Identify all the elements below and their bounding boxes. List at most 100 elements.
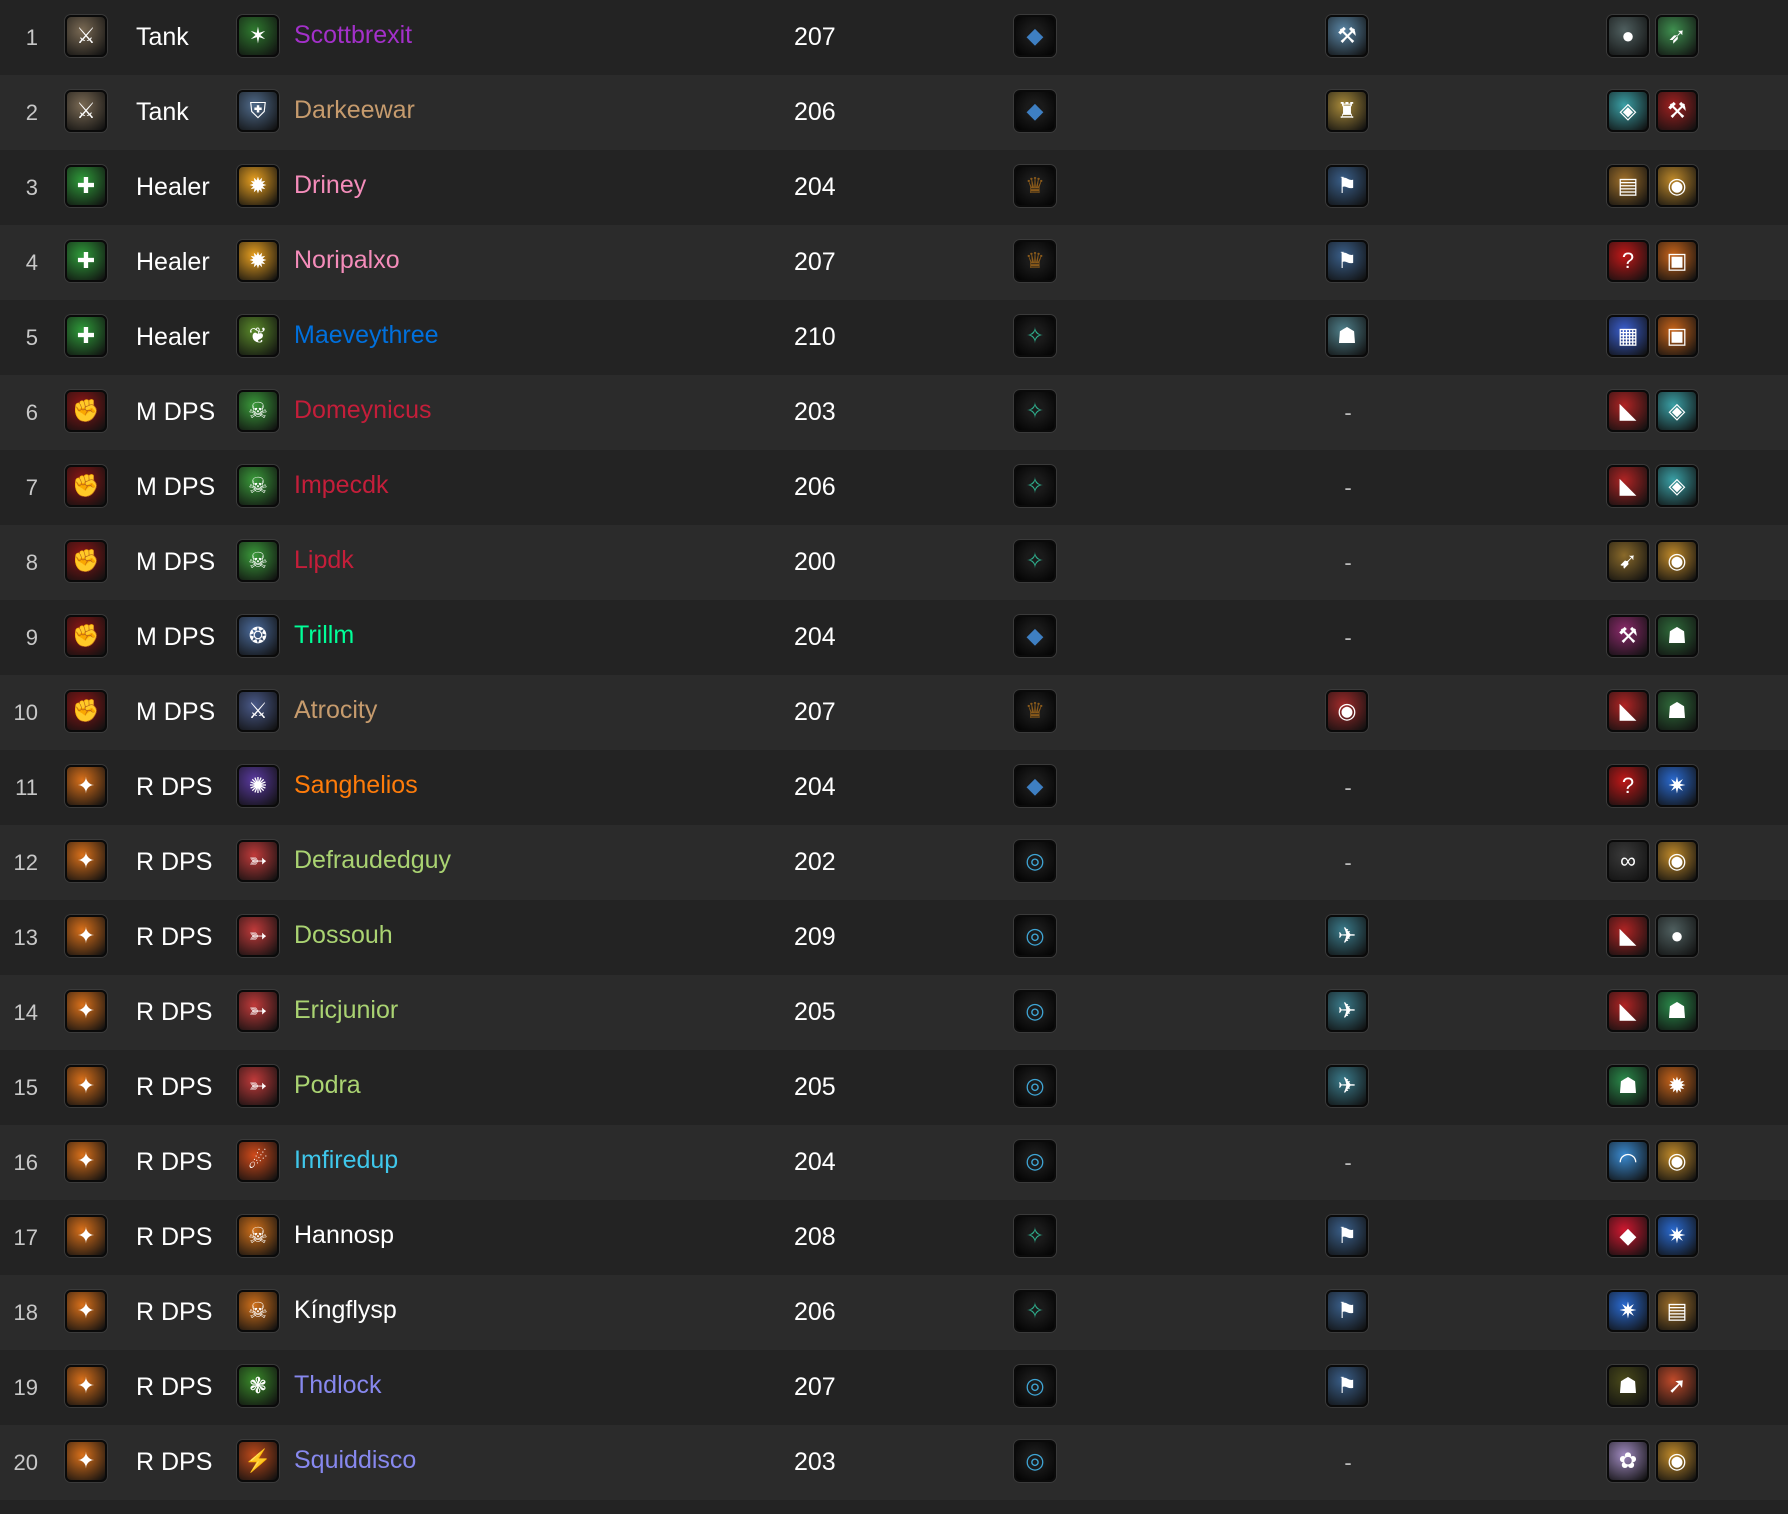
trinket-icon[interactable]: ◠	[1607, 1140, 1649, 1182]
trinket-icon[interactable]: ▤	[1607, 165, 1649, 207]
ranged-dps-role-icon: ✦	[65, 1215, 107, 1257]
trinket-icon[interactable]: ➶	[1656, 15, 1698, 57]
player-name-link[interactable]: Sanghelios	[294, 750, 418, 825]
trinket-icon[interactable]: ◣	[1607, 690, 1649, 732]
trinket-icon[interactable]: ◉	[1656, 165, 1698, 207]
roster-row: 8 ✊ M DPS ☠ Lipdk 200 ✧ - ➹ ◉	[0, 525, 1788, 600]
player-name-link[interactable]: Maeveythree	[294, 300, 439, 375]
player-name-link[interactable]: Domeynicus	[294, 375, 432, 450]
trinket-icon[interactable]: ◈	[1656, 390, 1698, 432]
player-name-link[interactable]: Imfiredup	[294, 1125, 398, 1200]
legendary-icon[interactable]: ⚑	[1326, 240, 1368, 282]
player-name-link[interactable]: Podra	[294, 1050, 361, 1125]
player-name-link[interactable]: Thdlock	[294, 1350, 382, 1425]
roster-row: 17 ✦ R DPS ☠ Hannosp 208 ✧ ⚑ ◆ ✷	[0, 1200, 1788, 1275]
trinket-icon[interactable]: ?	[1607, 765, 1649, 807]
legendary-icon[interactable]: ♜	[1326, 90, 1368, 132]
trinket-icon[interactable]: ✿	[1607, 1440, 1649, 1482]
legendary-icon[interactable]: ✈	[1326, 990, 1368, 1032]
rank-number: 7	[25, 475, 38, 500]
legendary-icon[interactable]: ⚑	[1326, 165, 1368, 207]
holy-paladin-spec-icon: ✹	[237, 240, 279, 282]
player-name-link[interactable]: Driney	[294, 150, 366, 225]
trinket-icon[interactable]: ✷	[1656, 765, 1698, 807]
player-name-link[interactable]: Darkeewar	[294, 75, 415, 150]
trinket-icon[interactable]: ◣	[1607, 390, 1649, 432]
legendary-icon[interactable]: ⚑	[1326, 1215, 1368, 1257]
trinket-icon[interactable]: ✷	[1607, 1290, 1649, 1332]
necrolord-covenant-icon: ✧	[1014, 465, 1056, 507]
destruction-spec-icon: ⚡	[237, 1440, 279, 1482]
trinket-icon[interactable]: ◣	[1607, 990, 1649, 1032]
player-name-link[interactable]: Atrocity	[294, 675, 377, 750]
trinket-icon[interactable]: ▣	[1656, 315, 1698, 357]
trinket-icon[interactable]: ◈	[1607, 90, 1649, 132]
legendary-icon[interactable]: ⚒	[1326, 15, 1368, 57]
roster-row: 15 ✦ R DPS ➳ Podra 205 ◎ ✈ ☗ ✹	[0, 1050, 1788, 1125]
item-level: 207	[794, 1373, 836, 1401]
player-name-link[interactable]: Kíngflysp	[294, 1275, 397, 1350]
trinket-icon[interactable]: ◣	[1607, 915, 1649, 957]
trinket-icon[interactable]: ⚒	[1656, 90, 1698, 132]
empty-legendary: -	[1344, 1450, 1352, 1475]
trinket-icon[interactable]: ➚	[1656, 1365, 1698, 1407]
legendary-icon[interactable]: ⚑	[1326, 1290, 1368, 1332]
unholy-spec-icon: ☠	[237, 540, 279, 582]
player-name-link[interactable]: Defraudedguy	[294, 825, 451, 900]
trinket-icon[interactable]: ◉	[1656, 840, 1698, 882]
player-name-link[interactable]: Dossouh	[294, 900, 393, 975]
role-label: M DPS	[136, 698, 216, 726]
player-name-link[interactable]: Ericjunior	[294, 975, 398, 1050]
trinket-icon[interactable]: ▦	[1607, 315, 1649, 357]
kyrian-covenant-icon: ◆	[1014, 765, 1056, 807]
player-name-link[interactable]: Trillm	[294, 600, 354, 675]
trinket-icon[interactable]: ☗	[1656, 690, 1698, 732]
trinket-icon[interactable]: ☗	[1656, 615, 1698, 657]
trinket-icon[interactable]: ✷	[1656, 1215, 1698, 1257]
trinket-icon[interactable]: ◆	[1607, 1215, 1649, 1257]
restoration-shaman-spec-icon: ❦	[237, 315, 279, 357]
marksmanship-spec-icon: ➳	[237, 840, 279, 882]
legendary-icon[interactable]: ✈	[1326, 915, 1368, 957]
rank-number: 20	[13, 1450, 38, 1475]
role-label: R DPS	[136, 1148, 213, 1176]
roster-row: 5 ✚ Healer ❦ Maeveythree 210 ✧ ☗ ▦ ▣	[0, 300, 1788, 375]
rank-number: 8	[25, 550, 38, 575]
trinket-icon[interactable]: ●	[1607, 15, 1649, 57]
role-label: R DPS	[136, 848, 213, 876]
trinket-icon[interactable]: ●	[1656, 915, 1698, 957]
trinket-icon[interactable]: ◣	[1607, 465, 1649, 507]
player-name-link[interactable]: Hannosp	[294, 1200, 394, 1275]
trinket-icon[interactable]: ⚒	[1607, 615, 1649, 657]
trinket-icon[interactable]: ☗	[1607, 1365, 1649, 1407]
trinket-icon[interactable]: ?	[1607, 240, 1649, 282]
trinket-icon[interactable]: ◉	[1656, 540, 1698, 582]
night-fae-covenant-icon: ◎	[1014, 1365, 1056, 1407]
legendary-icon[interactable]: ✈	[1326, 1065, 1368, 1107]
legendary-icon[interactable]: ⚑	[1326, 1365, 1368, 1407]
trinket-icon[interactable]: ∞	[1607, 840, 1649, 882]
item-level: 207	[794, 698, 836, 726]
player-name-link[interactable]: Impecdk	[294, 450, 388, 525]
player-name-link[interactable]: Noripalxo	[294, 225, 400, 300]
marksmanship-spec-icon: ➳	[237, 990, 279, 1032]
player-name-link[interactable]: Squiddisco	[294, 1425, 416, 1500]
legendary-icon[interactable]: ☗	[1326, 315, 1368, 357]
legendary-icon[interactable]: ◉	[1326, 690, 1368, 732]
trinket-icon[interactable]: ➹	[1607, 540, 1649, 582]
item-level: 210	[794, 323, 836, 351]
trinket-icon[interactable]: ▤	[1656, 1290, 1698, 1332]
trinket-icon[interactable]: ◉	[1656, 1140, 1698, 1182]
trinket-icon[interactable]: ▣	[1656, 240, 1698, 282]
role-label: Tank	[136, 98, 189, 126]
player-name-link[interactable]: Lipdk	[294, 525, 354, 600]
roster-row: 14 ✦ R DPS ➳ Ericjunior 205 ◎ ✈ ◣ ☗	[0, 975, 1788, 1050]
trinket-icon[interactable]: ☗	[1656, 990, 1698, 1032]
roster-table: 1 ⚔ Tank ✶ Scottbrexit 207 ◆ ⚒ ● ➶ 2 ⚔ Tank ⛨ Darkeewa…	[0, 0, 1788, 1514]
trinket-icon[interactable]: ◉	[1656, 1440, 1698, 1482]
trinket-icon[interactable]: ☗	[1607, 1065, 1649, 1107]
tank-role-icon: ⚔	[65, 15, 107, 57]
player-name-link[interactable]: Scottbrexit	[294, 0, 412, 75]
trinket-icon[interactable]: ◈	[1656, 465, 1698, 507]
trinket-icon[interactable]: ✹	[1656, 1065, 1698, 1107]
